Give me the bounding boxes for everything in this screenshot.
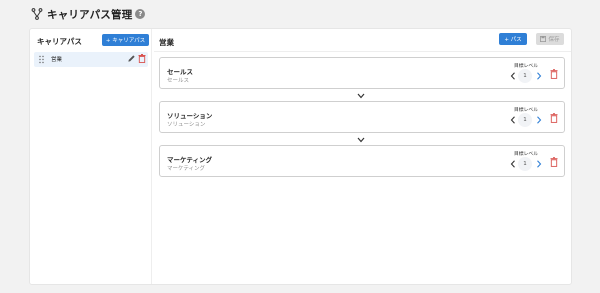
chevron-down-icon [357,93,365,99]
chevron-left-icon[interactable] [510,160,516,168]
header-divider [154,51,571,52]
save-label: 保存 [548,37,560,43]
path-subtitle: セールス [167,78,190,84]
chevron-left-icon[interactable] [510,116,516,124]
path-card: ソリューション ソリューション 目標レベル 1 [159,101,565,133]
chevron-down-icon [357,137,365,143]
path-subtitle: ソリューション [167,122,206,128]
target-level-label: 目標レベル [514,108,538,113]
main-panel: キャリアパス + キャリアパス 営業 営業 + パス 保存 セールス セールス … [29,28,572,285]
chevron-right-icon[interactable] [536,72,542,80]
target-level-value: 1 [518,113,532,127]
sidebar-header: キャリアパス + キャリアパス [37,34,149,48]
save-icon [540,36,547,42]
target-level-label: 目標レベル [514,152,538,157]
path-name: マーケティング [167,156,212,164]
path-subtitle: マーケティング [167,166,206,172]
trash-icon[interactable] [550,69,558,79]
add-career-path-button[interactable]: + キャリアパス [102,34,149,46]
page-title: キャリアパス管理 [47,8,133,21]
trash-icon[interactable] [550,157,558,167]
target-level-value: 1 [518,157,532,171]
edit-icon[interactable] [127,54,136,63]
help-icon[interactable]: ? [135,9,146,19]
sidebar-title: キャリアパス [37,37,82,46]
save-button[interactable]: 保存 [536,33,564,45]
page-header: キャリアパス管理 ? [31,6,146,22]
branch-icon [31,8,43,20]
career-path-title: 営業 [159,38,174,47]
chevron-right-icon[interactable] [536,116,542,124]
path-name: セールス [167,68,193,76]
trash-icon[interactable] [138,54,146,63]
target-level-label: 目標レベル [514,64,538,69]
sidebar-item-label: 営業 [51,57,63,63]
chevron-left-icon[interactable] [510,72,516,80]
target-level-value: 1 [518,69,532,83]
add-path-button[interactable]: + パス [499,33,527,45]
sidebar-item-sales[interactable]: 営業 [34,52,148,67]
path-card: セールス セールス 目標レベル 1 [159,57,565,89]
path-name: ソリューション [167,112,213,120]
chevron-right-icon[interactable] [536,160,542,168]
trash-icon[interactable] [550,113,558,123]
drag-handle-icon[interactable] [39,55,44,64]
career-path-sidebar: キャリアパス + キャリアパス 営業 [30,29,152,284]
path-card: マーケティング マーケティング 目標レベル 1 [159,145,565,177]
